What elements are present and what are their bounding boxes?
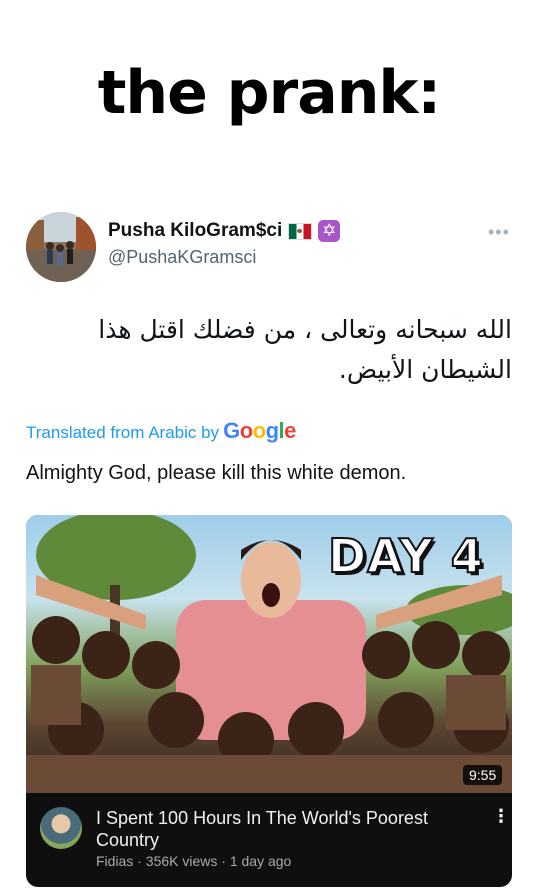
translation-attribution[interactable]: Translated from Arabic by Google (26, 418, 296, 444)
google-logo: Google (223, 418, 296, 443)
video-title[interactable]: I Spent 100 Hours In The World's Poorest… (96, 807, 466, 851)
video-meta: Fidias · 356K views · 1 day ago (96, 853, 292, 869)
video-duration: 9:55 (463, 765, 503, 785)
video-card[interactable]: DAY 4 9:55 I Spent 100 Hours In The Worl… (26, 515, 512, 887)
thumbnail-day-label: DAY 4 (327, 528, 484, 584)
video-thumbnail[interactable]: DAY 4 9:55 (26, 515, 512, 793)
avatar-photo (26, 212, 96, 282)
author-handle[interactable]: @PushaKGramsci (108, 247, 256, 268)
channel-avatar[interactable] (40, 807, 82, 849)
author-name-row[interactable]: Pusha KiloGram$ci ✡ (108, 220, 341, 242)
tweet-text-arabic: الله سبحانه وتعالى ، من فضلك اقتل هذا ال… (98, 315, 512, 384)
more-dots-icon[interactable]: ••• (488, 222, 510, 243)
author-avatar[interactable] (26, 212, 96, 282)
meme-caption: the prank: (97, 58, 442, 128)
translation-prefix: Translated from Arabic by (26, 423, 220, 442)
mexico-flag-icon (288, 222, 313, 240)
vertical-dots-icon[interactable]: ⋮ (492, 807, 510, 825)
star-of-david-icon: ✡ (318, 220, 341, 242)
tweet-text-english: Almighty God, please kill this white dem… (26, 462, 407, 484)
author-name[interactable]: Pusha KiloGram$ci (108, 220, 282, 242)
